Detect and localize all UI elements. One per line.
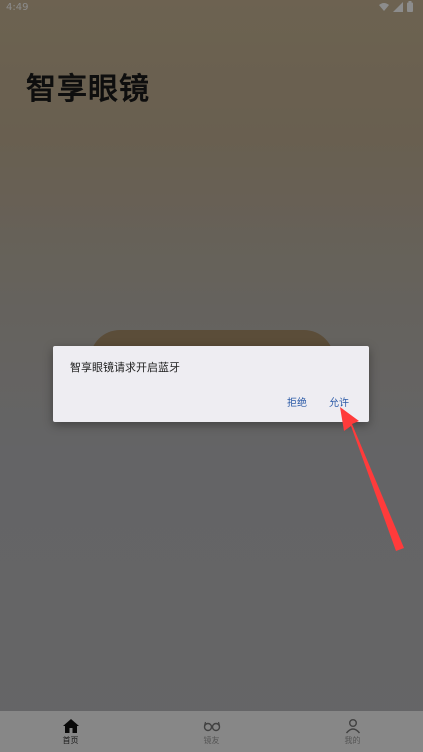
app-screen: 4:49 智享眼镜 首页 镜友 我的 智享眼镜请求开启蓝牙 拒绝 允许: [0, 0, 423, 752]
dialog-actions: 拒绝 允许: [287, 394, 349, 409]
bluetooth-permission-dialog: 智享眼镜请求开启蓝牙 拒绝 允许: [53, 346, 369, 422]
deny-button[interactable]: 拒绝: [287, 394, 307, 409]
allow-button[interactable]: 允许: [329, 394, 349, 409]
dialog-message: 智享眼镜请求开启蓝牙: [70, 361, 180, 374]
